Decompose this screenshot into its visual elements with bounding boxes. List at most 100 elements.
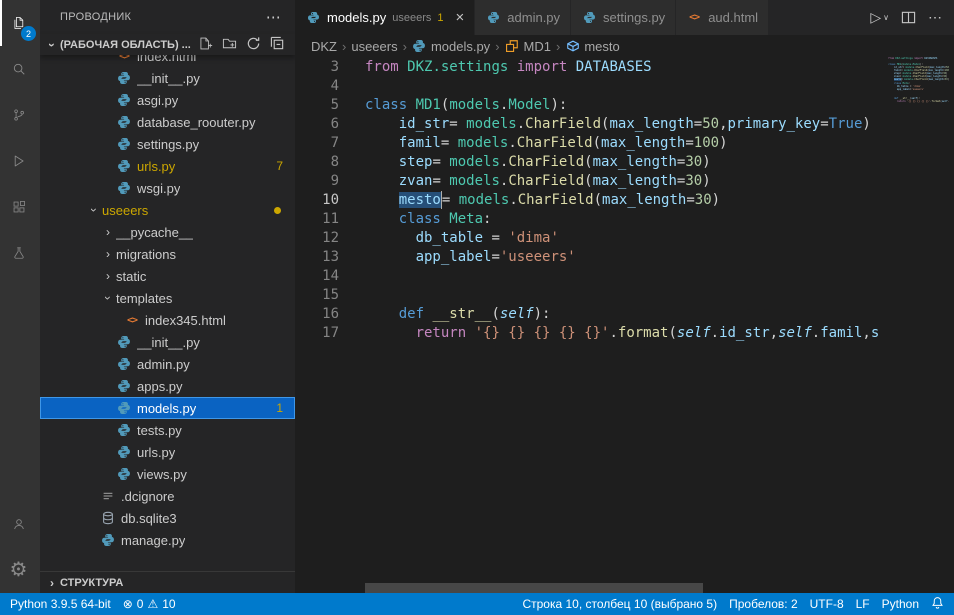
activity-testing-button[interactable]	[0, 230, 40, 276]
tree-item-tests-py[interactable]: tests.py	[40, 419, 295, 441]
line-number: 11	[295, 210, 339, 229]
tab-aud-html[interactable]: <>aud.html	[676, 0, 769, 35]
breadcrumb-item-dkz[interactable]: DKZ	[311, 39, 337, 54]
activity-search-button[interactable]	[0, 46, 40, 92]
tree-item-init-py[interactable]: __init__.py	[40, 67, 295, 89]
error-count: 0	[137, 597, 144, 611]
breadcrumb-item-models-py[interactable]: models.py	[412, 38, 490, 54]
close-icon[interactable]: ×	[456, 10, 465, 25]
code-line[interactable]: 12 db_table = 'dima'	[295, 229, 954, 248]
new-folder-icon[interactable]	[222, 36, 237, 54]
tree-item-admin-py[interactable]: admin.py	[40, 353, 295, 375]
tree-item-database-roouter-py[interactable]: database_roouter.py	[40, 111, 295, 133]
refresh-icon[interactable]	[246, 36, 261, 54]
tree-item-index345-html[interactable]: <>index345.html	[40, 309, 295, 331]
tab-settings-py[interactable]: settings.py	[571, 0, 676, 35]
code-line[interactable]: 17 return '{} {} {} {} {}'.format(self.i…	[295, 324, 954, 343]
tree-item-wsgi-py[interactable]: wsgi.py	[40, 177, 295, 199]
status-python-interpreter[interactable]: Python 3.9.5 64-bit	[10, 597, 111, 611]
tree-item-urls-py[interactable]: urls.py	[40, 441, 295, 463]
python-icon	[116, 466, 132, 482]
code-line[interactable]: 9 zvan= models.CharField(max_length=30)	[295, 172, 954, 191]
tree-item-init-py[interactable]: __init__.py	[40, 331, 295, 353]
python-icon	[305, 10, 321, 26]
tree-item-db-sqlite3[interactable]: db.sqlite3	[40, 507, 295, 529]
tree-item-migrations[interactable]: ›migrations	[40, 243, 295, 265]
tab-label: aud.html	[708, 10, 758, 25]
tree-item-pycache[interactable]: ›__pycache__	[40, 221, 295, 243]
code-line[interactable]: 16 def __str__(self):	[295, 305, 954, 324]
problems-badge: 1	[276, 401, 295, 415]
collapse-all-icon[interactable]	[270, 36, 285, 54]
modified-dot-icon	[274, 207, 281, 214]
breadcrumb-item-md1[interactable]: MD1	[505, 38, 551, 54]
outline-section-header[interactable]: › СТРУКТУРА	[40, 571, 295, 593]
code-line[interactable]: 11 class Meta:	[295, 210, 954, 229]
status-language-mode[interactable]: Python	[882, 597, 919, 611]
tree-item-useeers[interactable]: ›useeers	[40, 199, 295, 221]
status-notifications[interactable]	[931, 596, 944, 612]
run-button[interactable]: ▷∨	[870, 9, 889, 26]
horizontal-scrollbar[interactable]	[365, 583, 703, 593]
tree-item-manage-py[interactable]: manage.py	[40, 529, 295, 551]
workspace-section-header[interactable]: › (РАБОЧАЯ ОБЛАСТЬ) ...	[40, 34, 295, 55]
activity-settings-gear-button[interactable]: ⚙	[0, 547, 40, 593]
code-line[interactable]: 13 app_label='useeers'	[295, 248, 954, 267]
code-line[interactable]: 10 mesto= models.CharField(max_length=30…	[295, 191, 954, 210]
tab-models-py[interactable]: models.pyuseeers1×	[295, 0, 475, 35]
status-cursor-position[interactable]: Строка 10, столбец 10 (выбрано 5)	[522, 597, 717, 611]
breadcrumb-item-mesto[interactable]: mesto	[565, 38, 619, 54]
status-encoding[interactable]: UTF-8	[810, 597, 844, 611]
split-editor-icon[interactable]	[901, 10, 916, 25]
code-line[interactable]: 15	[295, 286, 954, 305]
status-left: Python 3.9.5 64-bit ⊗0⚠10	[10, 597, 176, 611]
code-line[interactable]: 14	[295, 267, 954, 286]
chevron-right-icon: ›	[100, 247, 116, 261]
tree-item-views-py[interactable]: views.py	[40, 463, 295, 485]
activity-source-control-button[interactable]	[0, 92, 40, 138]
sidebar-more-button[interactable]: ⋯	[266, 8, 281, 26]
minimap[interactable]: from DKZ.settings import DATABASESclass …	[883, 57, 949, 593]
tree-item-apps-py[interactable]: apps.py	[40, 375, 295, 397]
new-file-icon[interactable]	[198, 36, 213, 54]
code-area[interactable]: 3from DKZ.settings import DATABASES45cla…	[295, 57, 954, 593]
line-content: app_label='useeers'	[883, 88, 924, 91]
tree-item-static[interactable]: ›static	[40, 265, 295, 287]
tree-item-templates[interactable]: ›templates	[40, 287, 295, 309]
file-tree: <>index.html__init__.pyasgi.pydatabase_r…	[40, 55, 295, 571]
tree-item-models-py[interactable]: models.py1	[40, 397, 295, 419]
status-eol[interactable]: LF	[856, 597, 870, 611]
line-content: from DKZ.settings import DATABASES	[883, 57, 937, 60]
tree-item-dcignore[interactable]: .dcignore	[40, 485, 295, 507]
python-icon	[581, 10, 597, 26]
code-line[interactable]: 3from DKZ.settings import DATABASES	[295, 58, 954, 77]
tree-item-label: migrations	[116, 247, 176, 262]
activity-explorer-button[interactable]: 2	[0, 0, 40, 46]
tab-admin-py[interactable]: admin.py	[475, 0, 571, 35]
tree-item-label: urls.py	[137, 159, 175, 174]
activity-run-debug-button[interactable]	[0, 138, 40, 184]
more-actions-button[interactable]: ⋯	[928, 9, 942, 26]
code-line[interactable]: 4	[295, 77, 954, 96]
activity-extensions-button[interactable]	[0, 184, 40, 230]
code-line[interactable]: 5class MD1(models.Model):	[295, 96, 954, 115]
line-content: step= models.CharField(max_length=30)	[339, 153, 711, 172]
code-line[interactable]: 6 id_str= models.CharField(max_length=50…	[295, 115, 954, 134]
code-line[interactable]: 8 step= models.CharField(max_length=30)	[295, 153, 954, 172]
status-problems[interactable]: ⊗0⚠10	[123, 597, 176, 611]
line-content	[339, 77, 365, 96]
tree-item-urls-py[interactable]: urls.py7	[40, 155, 295, 177]
breadcrumb-item-useeers[interactable]: useeers	[351, 39, 397, 54]
tree-item-label: tests.py	[137, 423, 182, 438]
python-icon	[116, 70, 132, 86]
tree-item-asgi-py[interactable]: asgi.py	[40, 89, 295, 111]
editor[interactable]: 3from DKZ.settings import DATABASES45cla…	[295, 57, 954, 593]
activity-account-button[interactable]	[0, 501, 40, 547]
tree-item-settings-py[interactable]: settings.py	[40, 133, 295, 155]
testing-icon	[11, 245, 27, 261]
python-icon	[116, 92, 132, 108]
code-line[interactable]: 7 famil= models.CharField(max_length=100…	[295, 134, 954, 153]
status-indentation[interactable]: Пробелов: 2	[729, 597, 798, 611]
line-number: 5	[295, 96, 339, 115]
tree-item-index-html[interactable]: <>index.html	[40, 55, 295, 67]
